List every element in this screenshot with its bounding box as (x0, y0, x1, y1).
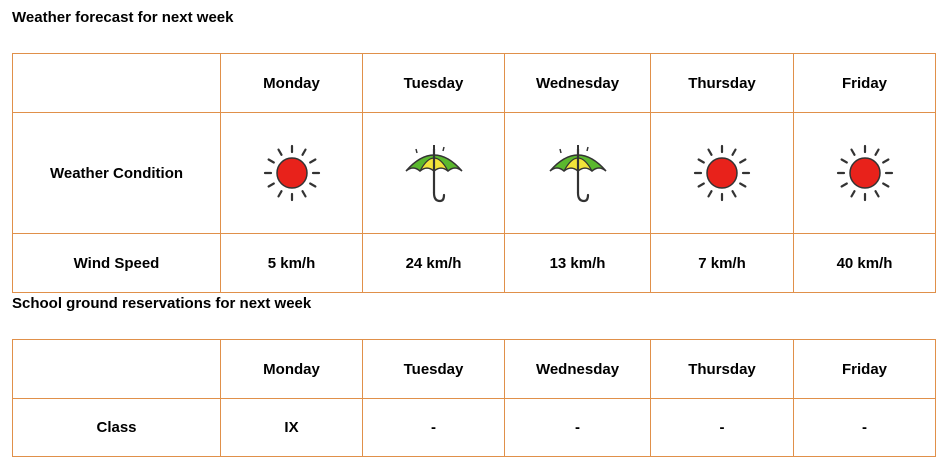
reservations-day-wednesday: Wednesday (504, 339, 651, 399)
class-wednesday: - (504, 398, 651, 457)
wind-speed-friday: 40 km/h (793, 233, 936, 293)
condition-cell-friday (793, 112, 936, 234)
reservations-day-monday: Monday (220, 339, 363, 399)
reservations-day-friday: Friday (793, 339, 936, 399)
weather-day-friday: Friday (793, 53, 936, 113)
weather-day-wednesday: Wednesday (504, 53, 651, 113)
umbrella-icon (404, 145, 463, 203)
reservations-day-tuesday: Tuesday (362, 339, 505, 399)
reservations-header-row: Monday Tuesday Wednesday Thursday Friday (12, 339, 936, 399)
weather-header-row: Monday Tuesday Wednesday Thursday Friday (12, 53, 936, 113)
condition-cell-tuesday (362, 112, 505, 234)
class-thursday: - (650, 398, 794, 457)
wind-speed-row: Wind Speed 5 km/h 24 km/h 13 km/h 7 km/h… (12, 233, 936, 293)
class-row: Class IX - - - - (12, 398, 936, 457)
weather-corner-cell (12, 53, 221, 113)
sun-icon (263, 144, 320, 202)
reservations-heading: School ground reservations for next week (12, 295, 312, 312)
wind-speed-monday: 5 km/h (220, 233, 363, 293)
reservations-corner-cell (12, 339, 221, 399)
weather-condition-row: Weather Condition (12, 112, 936, 234)
weather-condition-label: Weather Condition (12, 112, 221, 234)
weather-day-tuesday: Tuesday (362, 53, 505, 113)
sun-icon (836, 144, 893, 202)
class-tuesday: - (362, 398, 505, 457)
wind-speed-wednesday: 13 km/h (504, 233, 651, 293)
wind-speed-tuesday: 24 km/h (362, 233, 505, 293)
wind-speed-label: Wind Speed (12, 233, 221, 293)
class-monday: IX (220, 398, 363, 457)
condition-cell-monday (220, 112, 363, 234)
weather-forecast-table: Monday Tuesday Wednesday Thursday Friday… (12, 53, 936, 293)
wind-speed-thursday: 7 km/h (650, 233, 794, 293)
weather-forecast-heading: Weather forecast for next week (12, 9, 234, 26)
class-friday: - (793, 398, 936, 457)
condition-cell-wednesday (504, 112, 651, 234)
sun-icon (693, 144, 751, 202)
reservations-day-thursday: Thursday (650, 339, 794, 399)
weather-day-monday: Monday (220, 53, 363, 113)
weather-day-thursday: Thursday (650, 53, 794, 113)
condition-cell-thursday (650, 112, 794, 234)
umbrella-icon (548, 145, 607, 203)
class-label: Class (12, 398, 221, 457)
reservations-table: Monday Tuesday Wednesday Thursday Friday… (12, 339, 936, 457)
